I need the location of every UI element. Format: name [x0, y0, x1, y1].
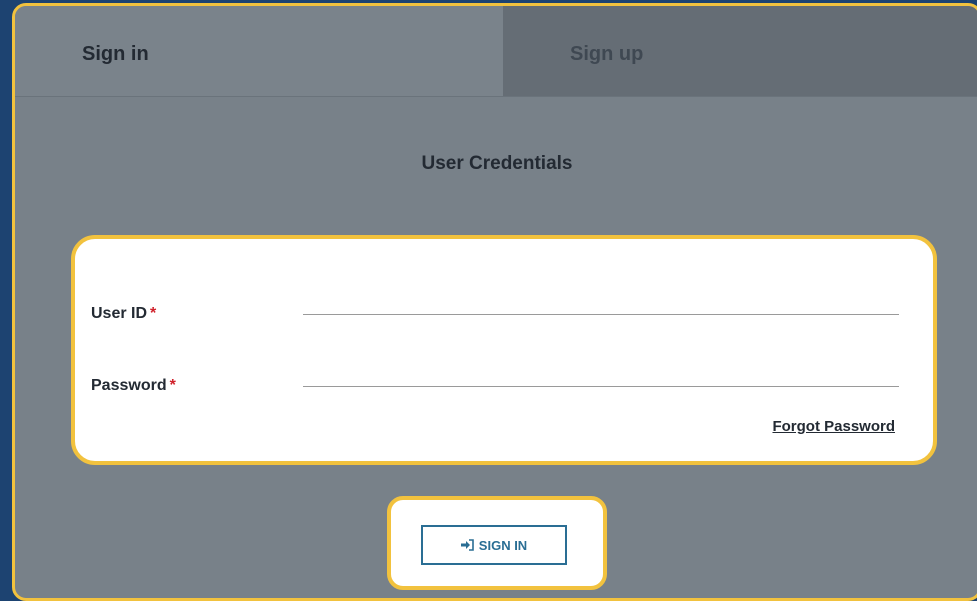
tab-sign-in[interactable]: Sign in — [15, 6, 503, 96]
password-label: Password * — [91, 377, 176, 395]
password-input[interactable] — [303, 361, 899, 387]
user-id-label-text: User ID — [91, 305, 148, 322]
tab-sign-in-label: Sign in — [82, 43, 149, 65]
user-id-input[interactable] — [303, 289, 899, 315]
tab-sign-up[interactable]: Sign up — [503, 6, 977, 96]
required-marker: * — [150, 305, 157, 322]
user-id-label: User ID * — [91, 305, 156, 323]
section-title: User Credentials — [421, 153, 573, 174]
sign-in-button[interactable]: SIGN IN — [421, 525, 567, 565]
auth-panel: Sign in Sign up User Credentials User ID… — [12, 3, 977, 601]
credentials-card: User ID * Password * Forgot Password — [71, 235, 937, 465]
sign-in-arrow-icon — [460, 539, 474, 551]
required-marker: * — [169, 377, 176, 394]
password-label-text: Password — [91, 377, 167, 394]
auth-tabs: Sign in Sign up — [15, 6, 977, 97]
sign-in-button-label: SIGN IN — [478, 537, 528, 553]
sign-in-button-highlight: SIGN IN — [387, 496, 607, 590]
tab-sign-up-label: Sign up — [570, 43, 644, 65]
forgot-password-link[interactable]: Forgot Password — [772, 418, 895, 435]
page: Sign in Sign up User Credentials User ID… — [0, 0, 977, 601]
